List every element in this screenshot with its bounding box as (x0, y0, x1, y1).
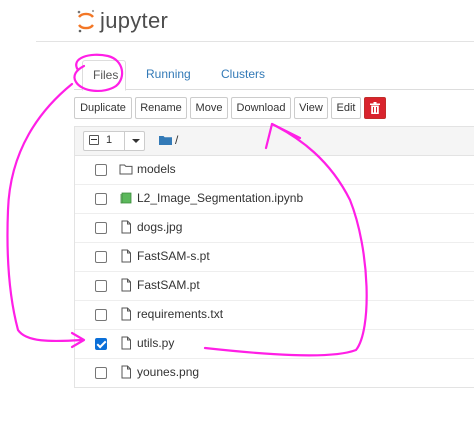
annotation-arrow-files-to-utils (6, 82, 84, 343)
chevron-down-icon[interactable] (132, 139, 140, 143)
logo-text: jupyter (100, 8, 169, 33)
notebook-icon (120, 192, 132, 204)
delete-button[interactable] (364, 97, 386, 119)
list-item[interactable]: models (75, 155, 474, 185)
list-item[interactable]: FastSAM-s.pt (75, 242, 474, 272)
jupyter-logo-icon (77, 9, 95, 33)
file-name[interactable]: younes.png (137, 365, 199, 379)
file-name[interactable]: dogs.jpg (137, 220, 182, 234)
folder-icon (119, 164, 133, 175)
move-button[interactable]: Move (190, 97, 228, 119)
list-item[interactable]: dogs.jpg (75, 213, 474, 243)
tab-underline (74, 89, 474, 90)
row-checkbox[interactable] (95, 164, 107, 176)
header-divider (36, 41, 474, 42)
file-icon (121, 220, 131, 234)
rename-button[interactable]: Rename (135, 97, 187, 119)
list-item[interactable]: requirements.txt (75, 300, 474, 330)
file-name[interactable]: models (137, 162, 176, 176)
trash-icon (370, 102, 380, 114)
edit-button[interactable]: Edit (331, 97, 361, 119)
file-list-header: 1 / (75, 127, 474, 156)
row-checkbox[interactable] (95, 251, 107, 263)
file-icon (121, 278, 131, 292)
tab-clusters[interactable]: Clusters (211, 60, 275, 89)
tab-files[interactable]: Files (82, 60, 126, 91)
row-checkbox[interactable] (95, 309, 107, 321)
file-name[interactable]: FastSAM-s.pt (137, 249, 210, 263)
file-name[interactable]: utils.py (137, 336, 174, 350)
tab-running[interactable]: Running (136, 60, 201, 89)
row-checkbox[interactable] (95, 193, 107, 205)
view-button[interactable]: View (294, 97, 328, 119)
selected-count: 1 (106, 134, 113, 146)
duplicate-button[interactable]: Duplicate (74, 97, 132, 119)
tab-bar: Files Running Clusters (74, 60, 474, 91)
file-icon (121, 336, 131, 350)
dropdown-divider (124, 132, 125, 150)
file-name[interactable]: L2_Image_Segmentation.ipynb (137, 191, 303, 205)
row-checkbox[interactable] (95, 338, 107, 350)
list-item[interactable]: FastSAM.pt (75, 271, 474, 301)
row-checkbox[interactable] (95, 367, 107, 379)
header: jupyter (0, 0, 474, 42)
breadcrumb[interactable]: / (159, 133, 178, 147)
file-icon (121, 365, 131, 379)
list-item[interactable]: utils.py (75, 329, 474, 359)
file-name[interactable]: requirements.txt (137, 307, 223, 321)
file-icon (121, 307, 131, 321)
breadcrumb-root[interactable]: / (175, 133, 178, 147)
jupyter-logo[interactable]: jupyter (76, 6, 168, 36)
file-icon (121, 249, 131, 263)
download-button[interactable]: Download (231, 97, 291, 119)
list-item[interactable]: younes.png (75, 358, 474, 387)
folder-icon (159, 136, 172, 145)
select-all-checkbox[interactable] (89, 135, 99, 145)
row-checkbox[interactable] (95, 222, 107, 234)
file-list: 1 / models L2_Image_Segmentation.ipynb d… (74, 126, 474, 388)
row-checkbox[interactable] (95, 280, 107, 292)
list-item[interactable]: L2_Image_Segmentation.ipynb (75, 184, 474, 214)
select-all-dropdown[interactable]: 1 (83, 131, 145, 151)
file-name[interactable]: FastSAM.pt (137, 278, 200, 292)
